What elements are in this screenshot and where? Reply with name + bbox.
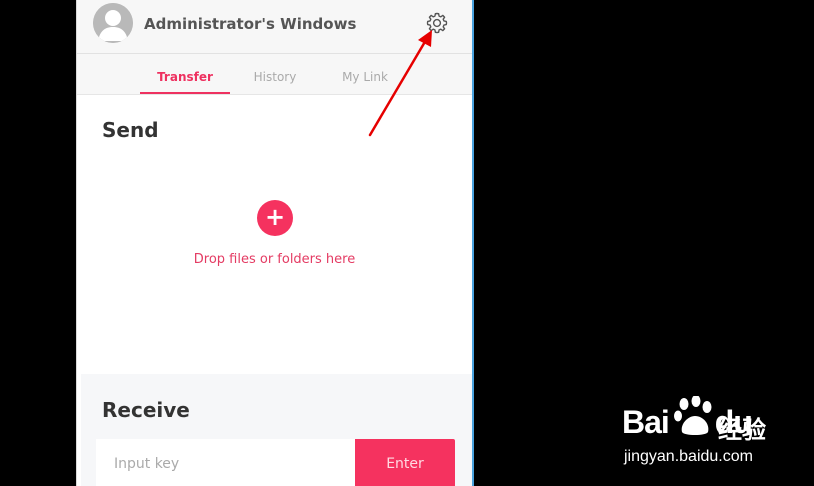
tab-my-link[interactable]: My Link — [320, 54, 410, 94]
user-avatar-icon[interactable] — [93, 3, 133, 43]
avatar-silhouette — [93, 3, 133, 43]
watermark-chinese: 经验 — [718, 416, 766, 444]
send-title: Send — [102, 118, 159, 142]
gear-icon[interactable] — [425, 11, 449, 35]
app-header: Administrator's Windows — [77, 0, 472, 54]
watermark-url: jingyan.baidu.com — [624, 448, 753, 465]
paw-icon — [674, 396, 712, 435]
enter-button[interactable]: Enter — [355, 439, 455, 486]
receive-title: Receive — [102, 398, 190, 422]
watermark-bai: Bai — [622, 404, 670, 440]
screenshot-stage: Administrator's Windows Transfer History… — [0, 0, 814, 486]
user-title: Administrator's Windows — [144, 15, 357, 33]
key-input[interactable] — [96, 439, 355, 486]
tab-history[interactable]: History — [230, 54, 320, 94]
gear-glyph — [426, 12, 448, 34]
baidu-jingyan-watermark: Bai du 经验 jingyan.baidu.com — [622, 396, 792, 470]
drop-zone-label[interactable]: Drop files or folders here — [77, 252, 472, 267]
app-window: Administrator's Windows Transfer History… — [76, 0, 474, 486]
tab-transfer[interactable]: Transfer — [140, 54, 230, 94]
tab-bar: Transfer History My Link — [77, 54, 472, 95]
receive-panel: Receive Enter — [81, 374, 472, 486]
add-files-button[interactable]: + — [257, 200, 293, 236]
